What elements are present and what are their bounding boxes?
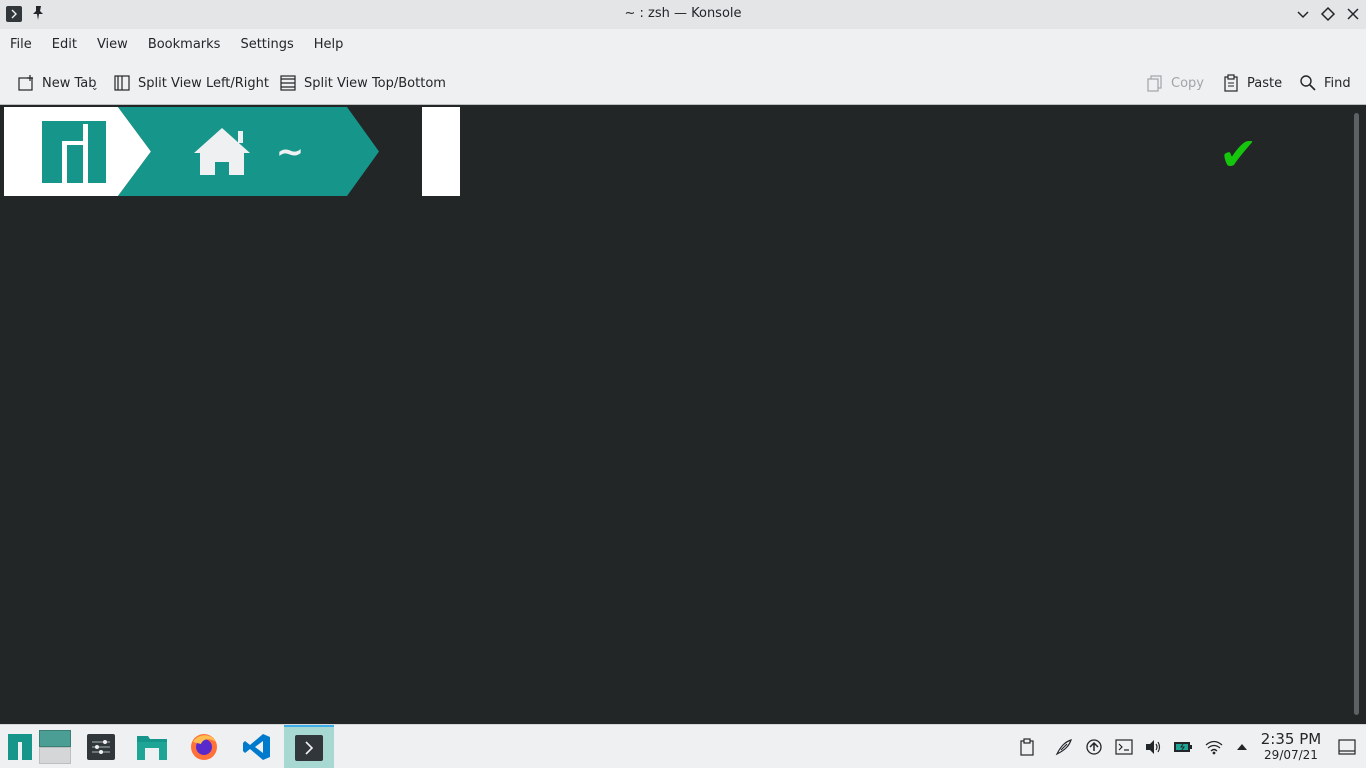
- copy-label: Copy: [1171, 75, 1204, 91]
- clock-date: 29/07/21: [1264, 748, 1318, 762]
- dropdown-arrow-icon[interactable]: ⌄: [91, 83, 99, 93]
- menu-view[interactable]: View: [90, 29, 135, 60]
- plasma-vault-icon[interactable]: [1055, 738, 1073, 756]
- file-manager-task[interactable]: [134, 725, 170, 768]
- terminal-view[interactable]: ~ ✔: [0, 105, 1366, 724]
- konsole-icon: [295, 735, 323, 761]
- clock-time: 2:35 PM: [1260, 730, 1322, 748]
- split-tb-icon: [280, 75, 296, 91]
- split-lr-icon: [114, 75, 130, 91]
- wifi-icon[interactable]: [1205, 738, 1223, 756]
- terminal-cursor: [422, 107, 460, 196]
- find-button[interactable]: Find: [1299, 72, 1351, 94]
- prompt-dir-text: ~: [276, 132, 305, 172]
- menu-settings[interactable]: Settings: [233, 29, 300, 60]
- update-icon[interactable]: [1085, 738, 1103, 756]
- paste-button[interactable]: Paste: [1222, 72, 1282, 94]
- clipboard-icon[interactable]: [1018, 738, 1036, 756]
- prompt-dir-segment: [118, 107, 379, 196]
- copy-button[interactable]: Copy: [1146, 72, 1204, 94]
- terminal-tray-icon[interactable]: [1115, 738, 1133, 756]
- desktop-pager[interactable]: [38, 725, 72, 768]
- application-launcher[interactable]: [4, 725, 36, 768]
- show-desktop-icon[interactable]: [1338, 738, 1356, 756]
- vscode-task[interactable]: [239, 725, 275, 768]
- vscode-icon: [243, 734, 270, 760]
- menu-bar: File Edit View Bookmarks Settings Help: [0, 29, 1366, 60]
- manjaro-menu-icon: [8, 734, 32, 760]
- volume-icon[interactable]: [1144, 738, 1162, 756]
- status-checkmark: ✔: [1219, 127, 1258, 181]
- new-tab-icon: [18, 75, 33, 91]
- terminal-scrollbar[interactable]: [1354, 113, 1359, 715]
- main-toolbar: New Tab ⌄ Split View Left/Right Split Vi…: [0, 60, 1366, 105]
- settings-app-icon: [87, 734, 115, 760]
- firefox-icon: [191, 734, 217, 760]
- menu-file[interactable]: File: [3, 29, 39, 60]
- copy-icon: [1147, 75, 1162, 92]
- manjaro-logo-icon: [42, 121, 106, 183]
- settings-task[interactable]: [84, 725, 118, 768]
- find-label: Find: [1324, 75, 1351, 91]
- shell-prompt: ~: [4, 107, 460, 196]
- new-tab-button[interactable]: New Tab ⌄: [17, 72, 99, 94]
- firefox-task[interactable]: [186, 725, 222, 768]
- digital-clock[interactable]: 2:35 PM 29/07/21: [1258, 730, 1324, 763]
- file-manager-icon: [137, 736, 167, 760]
- search-icon: [1300, 75, 1316, 91]
- minimize-icon[interactable]: [1294, 5, 1312, 23]
- menu-edit[interactable]: Edit: [45, 29, 84, 60]
- close-icon[interactable]: [1344, 5, 1362, 23]
- split-tb-label: Split View Top/Bottom: [304, 75, 446, 91]
- split-left-right-button[interactable]: Split View Left/Right: [113, 72, 269, 94]
- konsole-task[interactable]: [284, 725, 334, 768]
- split-lr-label: Split View Left/Right: [138, 75, 270, 91]
- new-tab-label: New Tab: [42, 75, 97, 91]
- paste-icon: [1224, 74, 1238, 92]
- battery-icon[interactable]: [1174, 738, 1192, 756]
- taskbar: 2:35 PM 29/07/21: [0, 724, 1366, 768]
- window-title: ~ : zsh — Konsole: [624, 6, 742, 21]
- paste-label: Paste: [1247, 75, 1283, 91]
- maximize-icon[interactable]: [1319, 5, 1337, 23]
- menu-help[interactable]: Help: [307, 29, 351, 60]
- menu-bookmarks[interactable]: Bookmarks: [141, 29, 228, 60]
- split-top-bottom-button[interactable]: Split View Top/Bottom: [279, 72, 446, 94]
- tray-expand-icon[interactable]: [1233, 738, 1251, 756]
- title-bar: ~ : zsh — Konsole: [0, 0, 1366, 29]
